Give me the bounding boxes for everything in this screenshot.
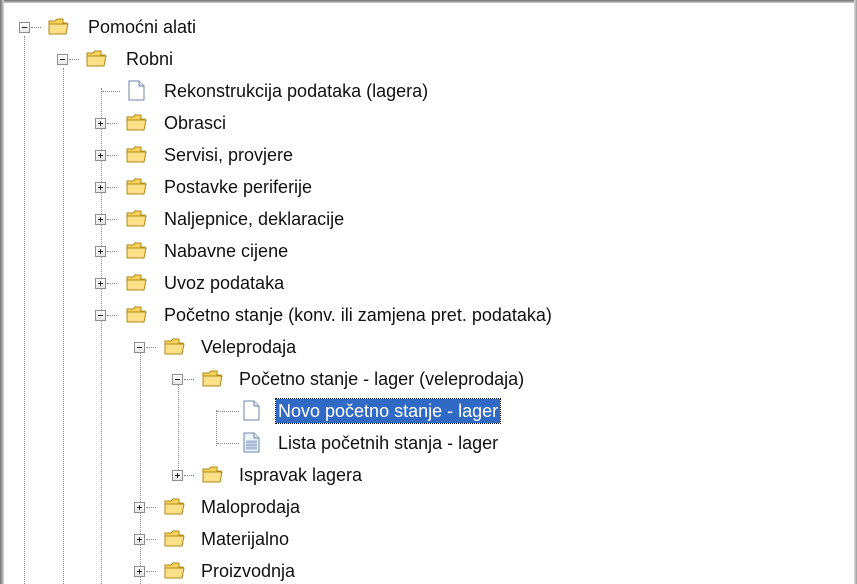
folder-icon — [164, 530, 185, 547]
collapse-toggle[interactable] — [19, 22, 30, 33]
expand-toggle[interactable] — [172, 470, 183, 481]
tree-node-label[interactable]: Početno stanje (konv. ili zamjena pret. … — [162, 303, 554, 327]
folder-icon — [126, 146, 147, 163]
tree-node-label[interactable]: Nabavne cijene — [162, 239, 290, 263]
tree-line — [184, 475, 194, 476]
expand-toggle[interactable] — [95, 214, 106, 225]
tree-node-label-selected[interactable]: Novo početno stanje - lager — [274, 398, 502, 424]
expand-toggle[interactable] — [134, 502, 145, 513]
expand-toggle[interactable] — [134, 534, 145, 545]
tree-line — [216, 410, 217, 446]
folder-icon — [164, 562, 185, 579]
tree-node-label[interactable]: Veleprodaja — [199, 335, 298, 359]
tree-node-label[interactable]: Ispravak lagera — [237, 463, 364, 487]
tree-line — [146, 539, 156, 540]
collapse-toggle[interactable] — [172, 374, 183, 385]
tree-line — [217, 443, 239, 444]
folder-icon — [126, 274, 147, 291]
tree-node-label[interactable]: Robni — [124, 47, 175, 71]
folder-icon — [126, 242, 147, 259]
expand-toggle[interactable] — [95, 182, 106, 193]
document-icon — [128, 80, 145, 101]
tree-line — [178, 378, 179, 478]
tree-node-label[interactable]: Rekonstrukcija podataka (lagera) — [162, 79, 430, 103]
document-icon — [243, 400, 260, 421]
tree-line — [101, 88, 102, 584]
tree-node-label[interactable]: Maloprodaja — [199, 495, 302, 519]
tree-line — [102, 91, 120, 92]
document-list-icon — [243, 432, 260, 453]
folder-icon — [202, 466, 223, 483]
tree-node-label[interactable]: Uvoz podataka — [162, 271, 286, 295]
collapse-toggle[interactable] — [95, 310, 106, 321]
tree-line — [140, 346, 141, 584]
folder-icon — [126, 114, 147, 131]
tree-line — [69, 59, 79, 60]
expand-toggle[interactable] — [95, 150, 106, 161]
tree-node-label[interactable]: Obrasci — [162, 111, 228, 135]
tree-line — [184, 379, 194, 380]
folder-icon — [86, 50, 107, 67]
tree-line — [107, 283, 117, 284]
expand-toggle[interactable] — [134, 566, 145, 577]
tree-line — [217, 411, 239, 412]
tree-node-label[interactable]: Servisi, provjere — [162, 143, 295, 167]
tree-line — [146, 507, 156, 508]
tree-line — [146, 347, 156, 348]
tree-line — [24, 36, 25, 584]
tree-node-label[interactable]: Naljepnice, deklaracije — [162, 207, 346, 231]
window-border-left — [0, 0, 4, 584]
collapse-toggle[interactable] — [134, 342, 145, 353]
tree-line — [107, 155, 117, 156]
tree-node-label[interactable]: Početno stanje - lager (veleprodaja) — [237, 367, 526, 391]
tree-line — [63, 68, 64, 584]
expand-toggle[interactable] — [95, 278, 106, 289]
tree-node-label[interactable]: Postavke periferije — [162, 175, 314, 199]
expand-toggle[interactable] — [95, 118, 106, 129]
expand-toggle[interactable] — [95, 246, 106, 257]
tree-node-label[interactable]: Lista početnih stanja - lager — [276, 431, 500, 455]
tree-line — [107, 123, 117, 124]
folder-icon — [126, 210, 147, 227]
folder-icon — [126, 306, 147, 323]
folder-icon — [126, 178, 147, 195]
collapse-toggle[interactable] — [57, 54, 68, 65]
tree-node-label[interactable]: Materijalno — [199, 527, 291, 551]
folder-icon — [202, 370, 223, 387]
tree-line — [107, 187, 117, 188]
folder-icon — [48, 18, 69, 35]
tree-line — [107, 251, 117, 252]
tree-line — [107, 315, 117, 316]
tree-view: Pomoćni alati Robni Rekonstrukcija podat… — [0, 0, 857, 584]
folder-icon — [164, 498, 185, 515]
tree-line — [107, 219, 117, 220]
folder-icon — [164, 338, 185, 355]
window-border-top — [0, 0, 857, 3]
tree-node-label[interactable]: Pomoćni alati — [86, 15, 198, 39]
tree-node-label[interactable]: Proizvodnja — [199, 559, 297, 583]
tree-line — [31, 27, 41, 28]
tree-line — [146, 571, 156, 572]
